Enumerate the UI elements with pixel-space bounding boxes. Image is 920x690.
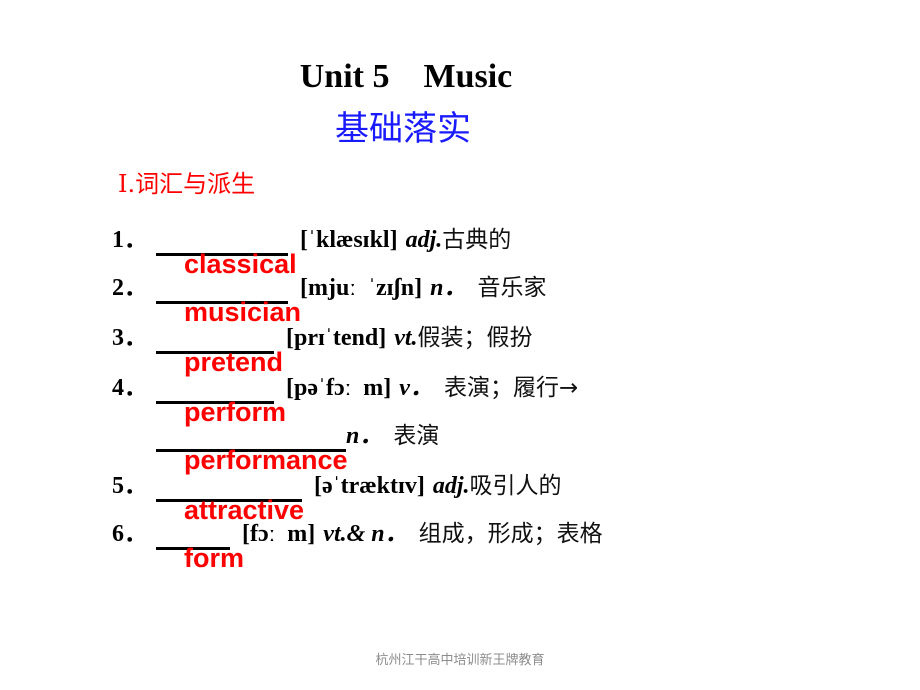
answer-blank: attractive (156, 469, 304, 525)
phonetic: [prɪˈtend] (286, 325, 387, 351)
item-number: 1． (112, 227, 148, 253)
phonetic: [mjuː ˈzɪʃn] (300, 275, 423, 301)
answer-word: form (184, 543, 244, 573)
part-of-speech: adj. (405, 227, 443, 253)
phonetic: [əˈtræktɪv] (314, 473, 425, 499)
part-of-speech: vt. (394, 325, 418, 351)
part-of-speech: vt.& n． (323, 521, 409, 547)
answer-blank: performance (156, 419, 348, 475)
phonetic: [fɔː m] (242, 521, 316, 547)
meaning: 表演；履行→ (443, 375, 579, 401)
meaning: 吸引人的 (469, 473, 562, 499)
vocab-row-performance: performance n． 表演 (112, 408, 440, 475)
phonetic: [ˈklæsɪkl] (300, 227, 398, 253)
answer-blank: perform (156, 371, 286, 427)
part-of-speech: n． (430, 275, 468, 301)
footer-watermark: 杭州江干高中培训新王牌教育 (375, 653, 545, 668)
vocab-row-perform: 4． perform [pəˈfɔː m] v． 表演；履行→ (112, 360, 579, 427)
vocab-row-attractive: 5． attractive [əˈtræktɪv] adj. 吸引人的 (112, 458, 562, 525)
item-number: 4． (112, 375, 148, 401)
meaning: 组成，形成；表格 (418, 521, 603, 547)
meaning: 音乐家 (477, 275, 547, 301)
item-number: 3． (112, 325, 148, 351)
item-number: 6． (112, 521, 148, 547)
answer-blank: form (156, 517, 244, 573)
vocab-row-classical: 1． classical [ˈklæsɪkl] adj. 古典的 (112, 212, 512, 279)
answer-blank: classical (156, 223, 297, 279)
item-number: 2． (112, 275, 148, 301)
page-subtitle: 基础落实 (335, 109, 471, 149)
phonetic: [pəˈfɔː m] (286, 375, 392, 401)
part-of-speech: adj. (432, 473, 470, 499)
vocab-row-form: 6． form [fɔː m] vt.& n． 组成，形成；表格 (112, 506, 603, 573)
part-of-speech: v． (399, 375, 434, 401)
section-heading: Ⅰ.词汇与派生 (118, 170, 256, 198)
part-of-speech: n． (346, 423, 384, 449)
item-number: 5． (112, 473, 148, 499)
answer-blank: musician (156, 271, 301, 327)
vocab-row-musician: 2． musician [mjuː ˈzɪʃn] n． 音乐家 (112, 260, 547, 327)
meaning: 假装；假扮 (417, 325, 533, 351)
answer-blank: pretend (156, 321, 283, 377)
page-title: Unit 5 Music (299, 58, 513, 95)
vocab-row-pretend: 3． pretend [prɪˈtend] vt. 假装；假扮 (112, 310, 533, 377)
meaning: 表演 (393, 423, 440, 449)
meaning: 古典的 (442, 227, 512, 253)
